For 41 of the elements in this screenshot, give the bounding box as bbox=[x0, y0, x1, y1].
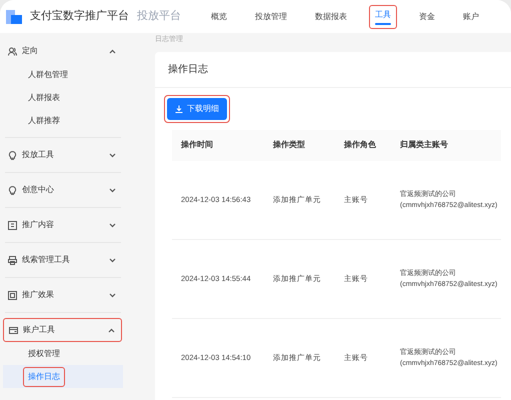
chevron-down-icon bbox=[109, 292, 116, 298]
sidebar-group[interactable]: 线索管理工具 bbox=[3, 248, 122, 272]
document-icon bbox=[8, 220, 17, 230]
sidebar-item[interactable]: 操作日志 bbox=[23, 366, 65, 386]
chevron-down-icon bbox=[109, 258, 116, 262]
nav-tab[interactable]: 概览 bbox=[205, 6, 233, 26]
chevron-down-icon bbox=[109, 222, 116, 228]
chevron-up-icon bbox=[108, 328, 115, 332]
brand-title: 支付宝数字推广平台 bbox=[30, 8, 129, 24]
sidebar-item[interactable]: 人群包管理 bbox=[23, 64, 73, 84]
download-button[interactable]: 下载明细 bbox=[167, 98, 227, 120]
nav-tab[interactable]: 账户 bbox=[457, 6, 485, 26]
column-header: 操作时间 bbox=[172, 130, 264, 160]
frame-icon bbox=[8, 290, 17, 300]
nav-tab[interactable]: 数据报表 bbox=[309, 6, 353, 26]
download-icon bbox=[175, 104, 183, 112]
sidebar-item[interactable]: 授权管理 bbox=[23, 344, 65, 364]
sidebar-group[interactable]: 推广效果 bbox=[3, 283, 122, 307]
chevron-down-icon bbox=[109, 152, 116, 158]
card-title: 操作日志 bbox=[155, 52, 511, 88]
card-icon bbox=[9, 326, 18, 334]
nav-tab[interactable]: 资金 bbox=[413, 6, 441, 26]
column-header: 操作类型 bbox=[264, 130, 335, 160]
sidebar-item[interactable]: 人群推荐 bbox=[23, 110, 65, 130]
sidebar-item[interactable]: 人群报表 bbox=[23, 88, 65, 108]
people-icon bbox=[8, 46, 17, 56]
product-name: 投放平台 bbox=[137, 9, 181, 24]
sidebar-group[interactable]: 投放工具 bbox=[3, 143, 122, 167]
column-header: 归属类主账号 bbox=[391, 130, 502, 160]
column-header: 操作角色 bbox=[335, 130, 391, 160]
nav-tab[interactable]: 工具 bbox=[369, 4, 397, 28]
sidebar-group[interactable]: 账户工具 bbox=[3, 318, 122, 342]
sidebar-group[interactable]: 创意中心 bbox=[3, 178, 122, 202]
bulb-icon bbox=[8, 186, 17, 194]
sidebar-group[interactable]: 定向 bbox=[3, 39, 122, 63]
sidebar-group[interactable]: 推广内容 bbox=[3, 213, 122, 237]
nav-tab[interactable]: 投放管理 bbox=[249, 6, 293, 26]
chevron-up-icon bbox=[109, 48, 116, 54]
logo-icon bbox=[6, 10, 22, 24]
bulb-icon bbox=[8, 150, 17, 160]
chevron-down-icon bbox=[109, 188, 116, 192]
